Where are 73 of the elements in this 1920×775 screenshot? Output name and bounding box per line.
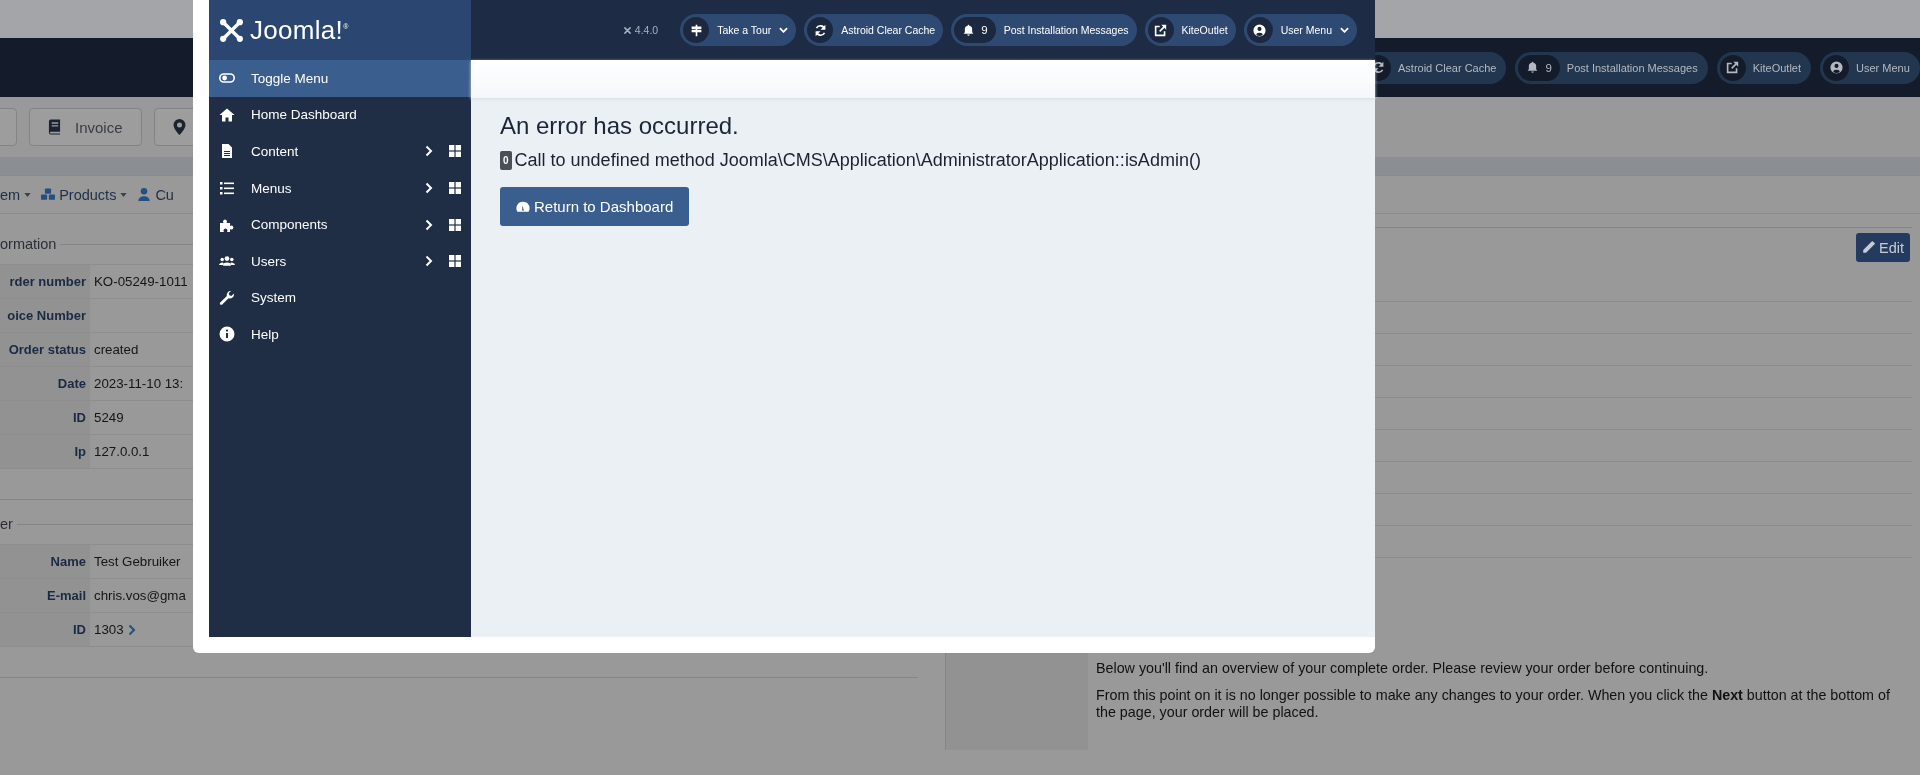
field-label: Order status xyxy=(0,333,90,366)
book-icon xyxy=(48,119,61,135)
signpost-icon xyxy=(689,23,703,37)
map-pin-icon xyxy=(172,119,186,135)
error-title: An error has occurred. xyxy=(500,112,740,140)
dashboard-grid-icon xyxy=(449,218,461,231)
edit-button[interactable]: Edit xyxy=(1856,233,1910,262)
sidebar-item[interactable]: Content xyxy=(209,133,471,170)
intro-paragraph: Below you'll find an overview of your complete order. Please review your order before continuing. xyxy=(1096,660,1710,677)
section-legend: ormation xyxy=(0,236,57,252)
field-label: Name xyxy=(0,545,90,578)
logo-icon xyxy=(622,25,632,35)
header-button[interactable]: Take a Tour xyxy=(680,14,797,46)
field-label: E-mail xyxy=(0,579,90,612)
info-icon xyxy=(219,326,235,343)
dashboard-grid-icon xyxy=(449,255,461,268)
header-button[interactable]: 9 Post Installation Messages xyxy=(1515,51,1708,84)
nav-menu-item[interactable]: em xyxy=(0,186,32,203)
nav-menu-item[interactable]: Products xyxy=(41,186,128,203)
external-link-icon xyxy=(1154,23,1168,37)
wrench-icon xyxy=(219,289,235,306)
field-label: oice Number xyxy=(0,299,90,332)
external-link-icon xyxy=(1726,61,1740,74)
field-value: 2023-11-10 13: xyxy=(94,376,184,391)
field-value: 5249 xyxy=(94,410,124,425)
field-value: 127.0.0.1 xyxy=(94,444,150,459)
logo-icon xyxy=(219,17,244,43)
sidebar-item[interactable]: System xyxy=(209,279,471,317)
list-icon xyxy=(219,180,235,197)
bell-icon xyxy=(962,23,976,37)
gauge-icon xyxy=(516,200,530,213)
pencil-icon xyxy=(1862,241,1875,254)
refresh-icon xyxy=(813,23,827,37)
field-label: Ip xyxy=(0,435,90,468)
version-label: 4.4.0 xyxy=(634,24,659,36)
return-button[interactable]: Return to Dashboard xyxy=(500,187,690,226)
sidebar-item[interactable]: Users xyxy=(209,242,471,280)
header-button[interactable]: Astroid Clear Cache xyxy=(804,14,944,46)
nav-menu-item[interactable]: Cu xyxy=(137,186,174,203)
header-button[interactable]: KiteOutlet xyxy=(1716,51,1811,84)
sidebar-item[interactable]: Menus xyxy=(209,169,471,207)
field-label: ID xyxy=(0,401,90,434)
field-label: ID xyxy=(0,613,90,646)
header-button[interactable]: User Menu xyxy=(1820,51,1920,84)
error-code-badge: 0 xyxy=(500,151,512,170)
sidebar-item[interactable]: Help xyxy=(209,316,471,353)
document-icon xyxy=(219,143,235,160)
header-button[interactable]: 9 Post Installation Messages xyxy=(951,14,1137,46)
house-icon xyxy=(219,106,235,123)
sidebar-item[interactable]: Toggle Menu xyxy=(209,60,471,97)
invoice-button[interactable]: Invoice xyxy=(29,108,142,146)
field-value: Test Gebruiker xyxy=(94,554,181,569)
intro-paragraph: From this point on it is no longer possible to make any changes to your order. When you click the Next button at the bottom of the page, your order will be placed. xyxy=(1096,687,1891,721)
field-value: KO-05249-1011 xyxy=(94,274,188,289)
dashboard-grid-icon xyxy=(449,145,461,158)
brand-name: Joomla!$^{®}$ xyxy=(250,14,349,46)
notification-count: 9 xyxy=(1545,61,1552,74)
field-label: Date xyxy=(0,367,90,400)
sidebar-item[interactable]: Home Dashboard xyxy=(209,96,471,134)
bell-icon xyxy=(1526,61,1540,74)
cubes-icon xyxy=(41,188,56,201)
section-legend: er xyxy=(0,516,13,532)
field-value: 1303 xyxy=(94,622,124,637)
field-label: rder number xyxy=(0,265,90,298)
dashboard-grid-icon xyxy=(449,182,461,195)
sidebar-item[interactable]: Components xyxy=(209,206,471,243)
notification-count: 9 xyxy=(981,24,988,36)
header-button[interactable]: User Menu xyxy=(1243,14,1357,46)
field-value: chris.vos@gma xyxy=(94,588,186,603)
header-button[interactable]: KiteOutlet xyxy=(1144,14,1236,46)
person-icon xyxy=(137,188,152,201)
field-value: created xyxy=(94,342,139,357)
error-message: Call to undefined method Joomla\CMS\Application\AdministratorApplication::isAdmin() xyxy=(514,150,1201,171)
